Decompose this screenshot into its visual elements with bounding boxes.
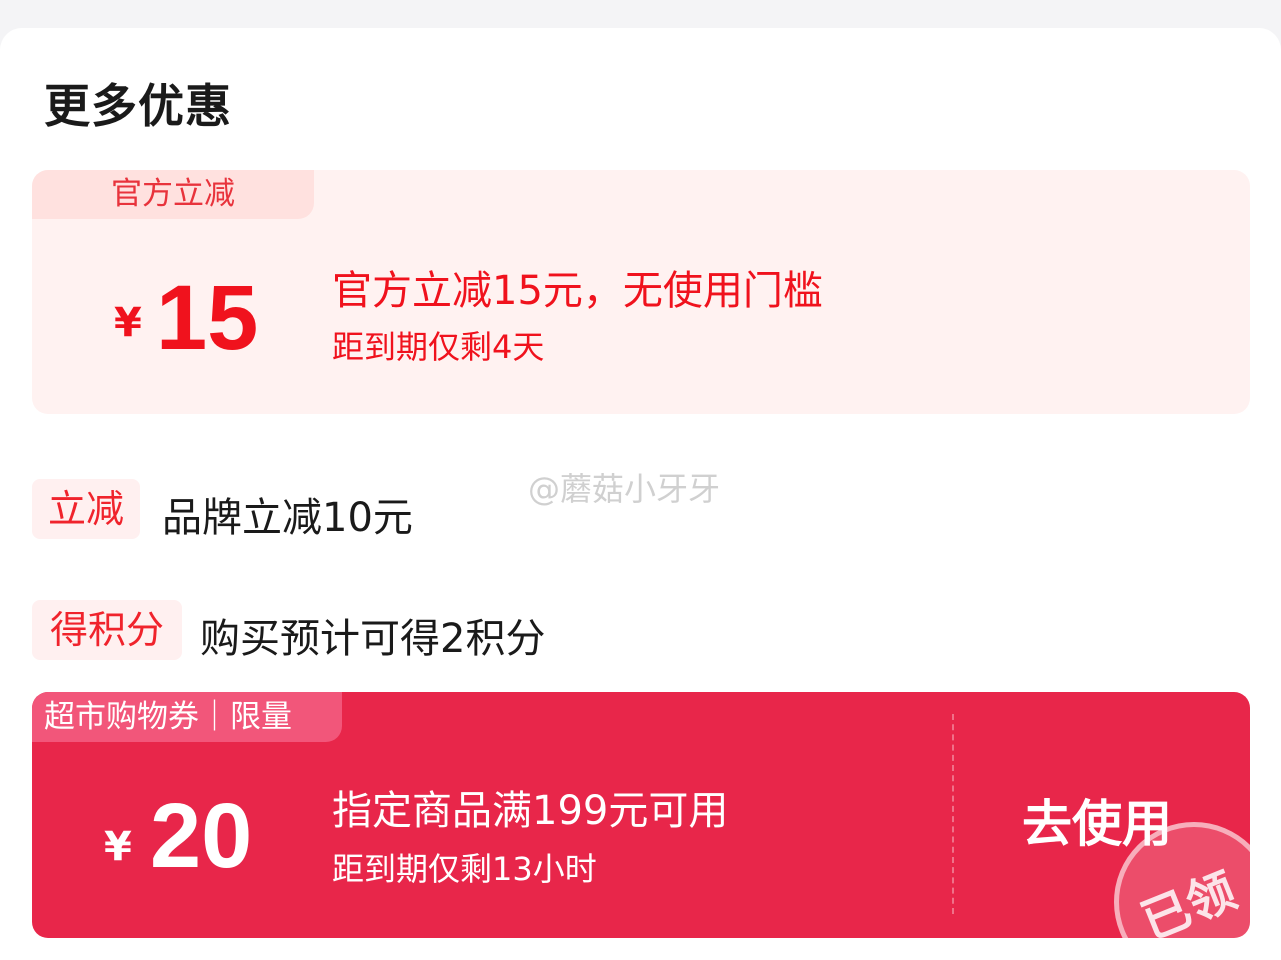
points-text: 购买预计可得2积分 [200, 616, 546, 662]
coupon-amount: 20 [150, 785, 253, 887]
brand-discount-badge: 立减 [32, 479, 140, 539]
watermark-text: @蘑菇小牙牙 [528, 470, 721, 508]
official-coupon-card[interactable]: 官方立减 ¥ 15 官方立减15元，无使用门槛 距到期仅剩4天 [32, 170, 1250, 414]
coupon-description: 指定商品满199元可用 [332, 788, 729, 834]
brand-discount-text: 品牌立减10元 [162, 495, 413, 541]
coupon-expiry: 距到期仅剩4天 [332, 328, 545, 366]
coupon-divider [952, 714, 954, 914]
section-title: 更多优惠 [44, 79, 232, 133]
official-coupon-tag: 官方立减 [32, 170, 314, 219]
points-badge: 得积分 [32, 600, 182, 660]
coupon-description: 官方立减15元，无使用门槛 [332, 268, 823, 314]
claimed-stamp-label: 已领 [1133, 862, 1244, 938]
currency-symbol: ¥ [104, 824, 132, 870]
currency-symbol: ¥ [114, 300, 142, 346]
coupon-expiry: 距到期仅剩13小时 [332, 850, 597, 888]
supermarket-coupon-card[interactable]: 超市购物券｜限量 ¥ 20 指定商品满199元可用 距到期仅剩13小时 去使用 … [32, 692, 1250, 938]
supermarket-coupon-tag: 超市购物券｜限量 [32, 692, 342, 742]
coupon-amount: 15 [156, 267, 259, 369]
